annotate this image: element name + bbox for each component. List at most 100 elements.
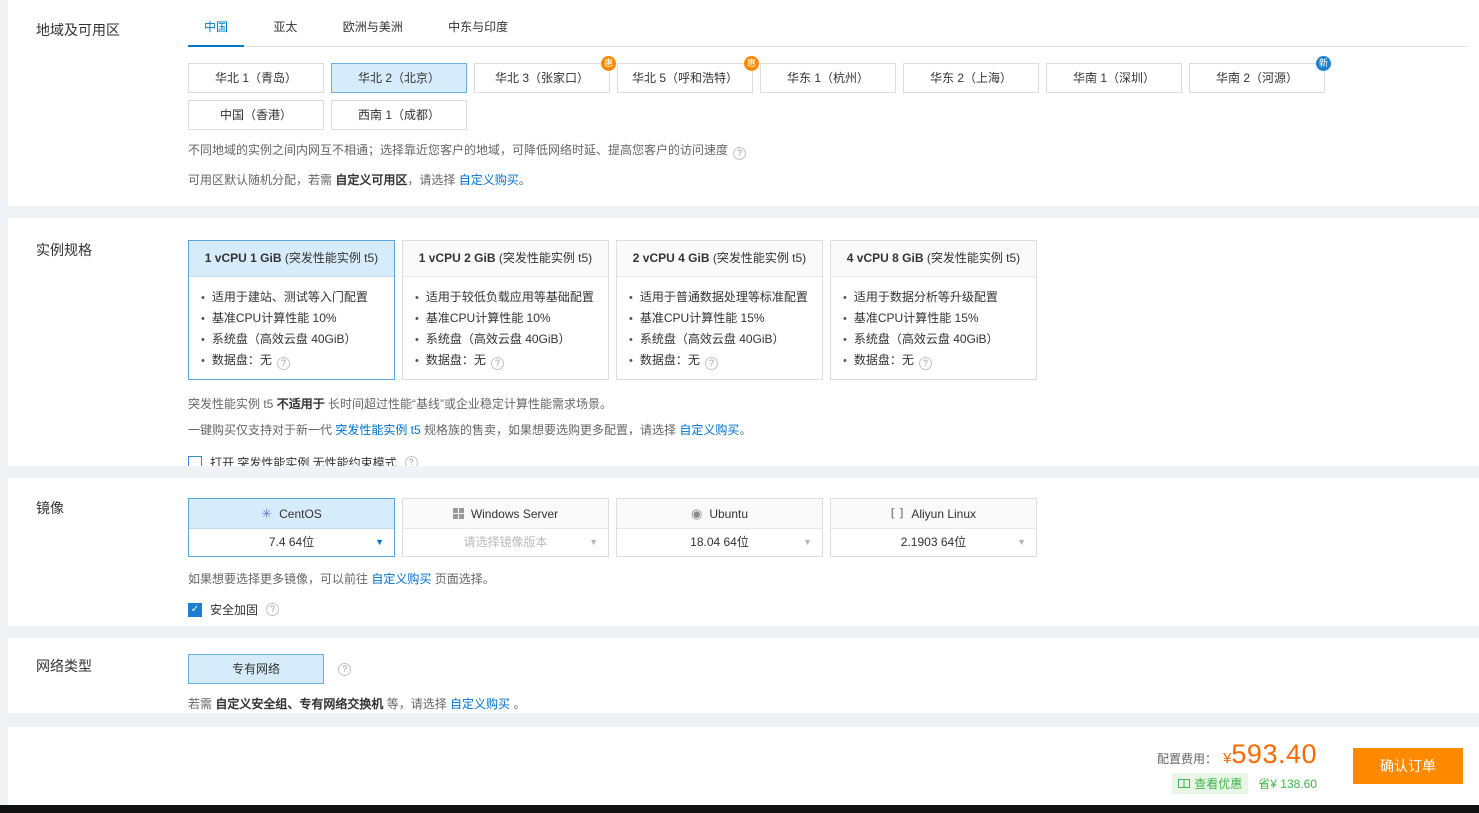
windows-icon bbox=[453, 508, 464, 519]
spec-card-4v8g[interactable]: 4 vCPU 8 GiB (突发性能实例 t5) 适用于数据分析等升级配置 基准… bbox=[830, 240, 1037, 380]
security-hardening-checkbox[interactable]: ✓ bbox=[188, 603, 202, 617]
image-card-header[interactable]: Windows Server bbox=[403, 499, 608, 529]
spec-subtitle: (突发性能实例 t5) bbox=[499, 251, 592, 265]
spec-note-2: 一键购买仅支持对于新一代 突发性能实例 t5 规格族的售卖，如果想要选购更多配置… bbox=[188, 420, 1479, 440]
confirm-order-button[interactable]: 确认订单 bbox=[1353, 748, 1463, 784]
region-xinan1-chengdu[interactable]: 西南 1（成都） bbox=[331, 100, 467, 130]
spec-bullet-datadisk: 数据盘：无? bbox=[201, 350, 382, 371]
region-huanan2-heyuan[interactable]: 华南 2（河源）新 bbox=[1189, 63, 1325, 93]
region-huanan1-shenzhen[interactable]: 华南 1（深圳） bbox=[1046, 63, 1182, 93]
tab-asia-pacific[interactable]: 亚太 bbox=[257, 6, 313, 46]
spec-bullet: 基准CPU计算性能 10% bbox=[415, 308, 596, 329]
spec-card-list: 1 vCPU 1 GiB (突发性能实例 t5) 适用于建站、测试等入门配置 基… bbox=[188, 240, 1479, 380]
os-name: Aliyun Linux bbox=[911, 507, 976, 521]
help-icon[interactable]: ? bbox=[405, 456, 418, 466]
custom-buy-link[interactable]: 自定义购买 bbox=[371, 572, 431, 586]
help-icon[interactable]: ? bbox=[705, 357, 718, 370]
custom-buy-link[interactable]: 自定义购买 bbox=[459, 173, 519, 187]
spec-card-header: 2 vCPU 4 GiB (突发性能实例 t5) bbox=[617, 241, 822, 277]
checkbox-label: 打开 突发性能实例 无性能约束模式 bbox=[210, 454, 397, 466]
note-text: 若需 bbox=[188, 697, 215, 711]
spec-bullet: 基准CPU计算性能 10% bbox=[201, 308, 382, 329]
coupon-ticket-icon bbox=[1178, 779, 1190, 788]
unlimited-mode-checkbox[interactable] bbox=[188, 456, 202, 467]
region-huabei1-qingdao[interactable]: 华北 1（青岛） bbox=[188, 63, 324, 93]
chevron-down-icon: ▼ bbox=[589, 529, 598, 555]
spec-card-header: 1 vCPU 1 GiB (突发性能实例 t5) bbox=[189, 241, 394, 277]
spec-bullet-datadisk: 数据盘：无? bbox=[629, 350, 810, 371]
windows-version-select[interactable]: 请选择镜像版本 ▼ bbox=[403, 529, 608, 556]
hint-text: 不同地域的实例之间内网互不相通；选择靠近您客户的地域，可降低网络时延、提高您客户… bbox=[188, 143, 728, 157]
t5-family-link[interactable]: 突发性能实例 t5 bbox=[335, 423, 420, 437]
help-icon[interactable]: ? bbox=[277, 357, 290, 370]
spec-bullet: 系统盘（高效云盘 40GiB） bbox=[629, 329, 810, 350]
spec-bullet: 系统盘（高效云盘 40GiB） bbox=[201, 329, 382, 350]
image-card-header[interactable]: ◉ Ubuntu bbox=[617, 499, 822, 529]
view-discount-badge[interactable]: 查看优惠 bbox=[1172, 773, 1248, 794]
note-bold: 不适用于 bbox=[277, 397, 325, 411]
custom-buy-link[interactable]: 自定义购买 bbox=[450, 697, 510, 711]
spec-bullet: 系统盘（高效云盘 40GiB） bbox=[843, 329, 1024, 350]
aliyun-version-select[interactable]: 2.1903 64位 ▼ bbox=[831, 529, 1036, 556]
tab-china[interactable]: 中国 bbox=[188, 6, 244, 46]
image-card-aliyun-linux: [ ] Aliyun Linux 2.1903 64位 ▼ bbox=[830, 498, 1037, 557]
region-huadong1-hangzhou[interactable]: 华东 1（杭州） bbox=[760, 63, 896, 93]
custom-buy-link[interactable]: 自定义购买 bbox=[679, 423, 739, 437]
tab-middle-east-india[interactable]: 中东与印度 bbox=[432, 6, 524, 46]
note-text: 。 bbox=[510, 697, 525, 711]
spec-title: 1 vCPU 2 GiB bbox=[419, 251, 496, 265]
centos-icon: ✳ bbox=[261, 507, 272, 520]
spec-subtitle: (突发性能实例 t5) bbox=[927, 251, 1020, 265]
fee-amount: 593.40 bbox=[1231, 739, 1317, 770]
region-china-hongkong[interactable]: 中国（香港） bbox=[188, 100, 324, 130]
spec-subtitle: (突发性能实例 t5) bbox=[285, 251, 378, 265]
help-icon[interactable]: ? bbox=[266, 603, 279, 616]
os-name: Windows Server bbox=[471, 507, 558, 521]
region-hint-2: 可用区默认随机分配，若需 自定义可用区，请选择 自定义购买。 bbox=[188, 170, 1479, 190]
note-text: 页面选择。 bbox=[431, 572, 494, 586]
spec-card-body: 适用于普通数据处理等标准配置 基准CPU计算性能 15% 系统盘（高效云盘 40… bbox=[617, 277, 822, 379]
spec-bullet: 适用于数据分析等升级配置 bbox=[843, 287, 1024, 308]
image-card-header[interactable]: [ ] Aliyun Linux bbox=[831, 499, 1036, 529]
region-huadong2-shanghai[interactable]: 华东 2（上海） bbox=[903, 63, 1039, 93]
spec-subtitle: (突发性能实例 t5) bbox=[713, 251, 806, 265]
ubuntu-version-select[interactable]: 18.04 64位 ▼ bbox=[617, 529, 822, 556]
spec-card-header: 1 vCPU 2 GiB (突发性能实例 t5) bbox=[403, 241, 608, 277]
help-icon[interactable]: ? bbox=[733, 147, 746, 160]
note-bold: 自定义安全组、专有网络交换机 bbox=[215, 697, 383, 711]
spec-bullet-datadisk: 数据盘：无? bbox=[415, 350, 596, 371]
section-label-region: 地域及可用区 bbox=[36, 20, 120, 40]
image-note: 如果想要选择更多镜像，可以前往 自定义购买 页面选择。 bbox=[188, 569, 1479, 589]
os-name: CentOS bbox=[279, 507, 322, 521]
spec-card-1v2g[interactable]: 1 vCPU 2 GiB (突发性能实例 t5) 适用于较低负载应用等基础配置 … bbox=[402, 240, 609, 380]
spec-note-1: 突发性能实例 t5 不适用于 长时间超过性能“基线”或企业稳定计算性能需求场景。 bbox=[188, 394, 1479, 414]
region-huabei2-beijing[interactable]: 华北 2（北京） bbox=[331, 63, 467, 93]
tab-europe-america[interactable]: 欧洲与美洲 bbox=[327, 6, 419, 46]
spec-bullet: 系统盘（高效云盘 40GiB） bbox=[415, 329, 596, 350]
section-label-specs: 实例规格 bbox=[36, 240, 92, 260]
fee-block: 配置费用： ¥ 593.40 查看优惠 省¥ 138.60 bbox=[1157, 739, 1317, 794]
spec-card-2v4g[interactable]: 2 vCPU 4 GiB (突发性能实例 t5) 适用于普通数据处理等标准配置 … bbox=[616, 240, 823, 380]
centos-version-select[interactable]: 7.4 64位 ▼ bbox=[189, 529, 394, 556]
image-card-header[interactable]: ✳ CentOS bbox=[189, 499, 394, 529]
region-huabei3-zhangjiakou[interactable]: 华北 3（张家口）惠 bbox=[474, 63, 610, 93]
network-section: 网络类型 专有网络 ? 若需 自定义安全组、专有网络交换机 等，请选择 自定义购… bbox=[8, 638, 1479, 713]
region-huabei5-hohhot[interactable]: 华北 5（呼和浩特）惠 bbox=[617, 63, 753, 93]
spec-card-1v1g[interactable]: 1 vCPU 1 GiB (突发性能实例 t5) 适用于建站、测试等入门配置 基… bbox=[188, 240, 395, 380]
region-section: 地域及可用区 中国 亚太 欧洲与美洲 中东与印度 华北 1（青岛） 华北 2（北… bbox=[8, 0, 1479, 206]
vpc-button[interactable]: 专有网络 bbox=[188, 654, 324, 684]
help-icon[interactable]: ? bbox=[919, 357, 932, 370]
bottom-black-bar bbox=[0, 805, 1479, 813]
help-icon[interactable]: ? bbox=[491, 357, 504, 370]
hint-bold: 自定义可用区 bbox=[335, 173, 407, 187]
new-badge-icon: 新 bbox=[1316, 56, 1331, 71]
help-icon[interactable]: ? bbox=[338, 663, 351, 676]
region-label: 华北 3（张家口） bbox=[495, 71, 589, 85]
region-label: 华北 5（呼和浩特） bbox=[632, 71, 738, 85]
spec-card-header: 4 vCPU 8 GiB (突发性能实例 t5) bbox=[831, 241, 1036, 277]
region-label: 华南 2（河源） bbox=[1216, 71, 1298, 85]
checkbox-label: 安全加固 bbox=[210, 601, 258, 618]
note-text: 一键购买仅支持对于新一代 bbox=[188, 423, 335, 437]
hint-text: 。 bbox=[519, 173, 531, 187]
savings-amount: 省¥ 138.60 bbox=[1258, 775, 1317, 792]
